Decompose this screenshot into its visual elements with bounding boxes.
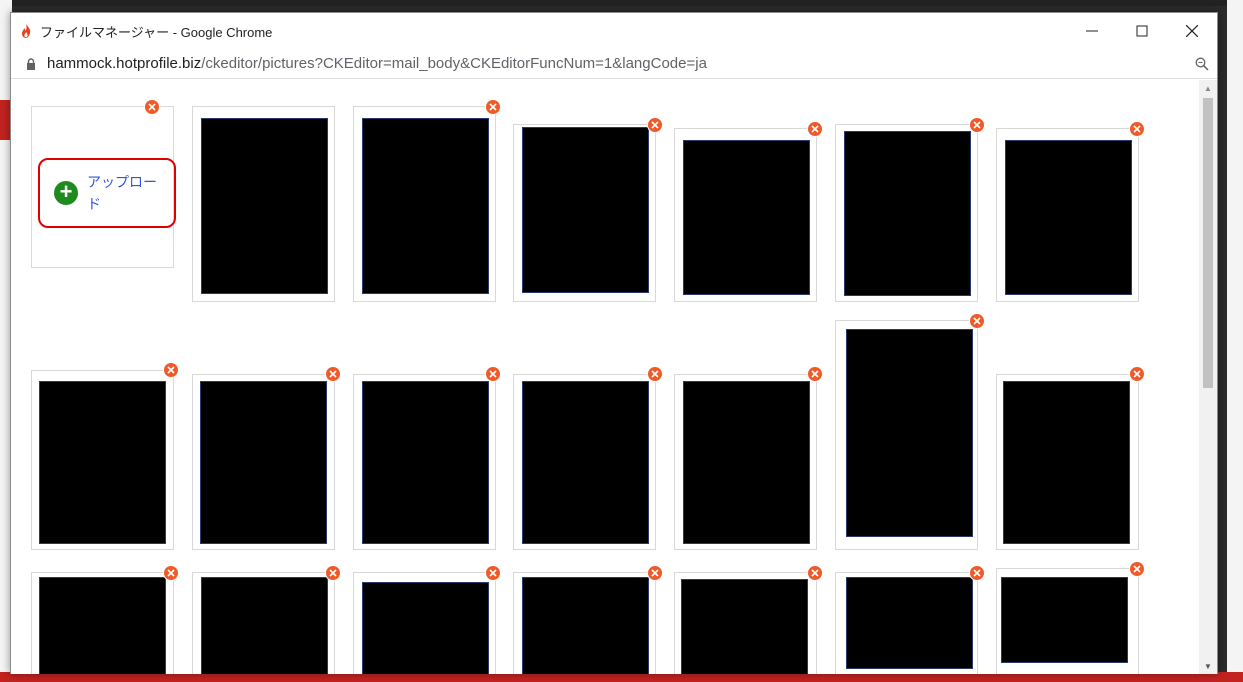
plus-circle-icon: + bbox=[54, 181, 78, 205]
image-thumbnail-card[interactable] bbox=[192, 572, 335, 674]
image-thumbnail[interactable] bbox=[362, 381, 489, 544]
url-text[interactable]: hammock.hotprofile.biz/ckeditor/pictures… bbox=[47, 55, 1187, 72]
image-thumbnail-card[interactable] bbox=[996, 128, 1139, 302]
delete-x-icon[interactable] bbox=[807, 565, 823, 581]
upload-label[interactable]: アップロード bbox=[87, 171, 161, 215]
image-thumbnail[interactable] bbox=[362, 118, 489, 294]
image-thumbnail[interactable] bbox=[39, 381, 166, 544]
image-thumbnail-card[interactable] bbox=[31, 572, 174, 674]
url-path: /ckeditor/pictures?CKEditor=mail_body&CK… bbox=[201, 55, 707, 72]
image-thumbnail-card[interactable] bbox=[192, 374, 335, 550]
image-thumbnail-card[interactable] bbox=[353, 374, 496, 550]
delete-x-icon[interactable] bbox=[485, 565, 501, 581]
image-thumbnail[interactable] bbox=[39, 577, 166, 674]
delete-x-icon[interactable] bbox=[163, 565, 179, 581]
minimize-button[interactable] bbox=[1067, 13, 1117, 49]
url-host: hammock.hotprofile.biz bbox=[47, 55, 202, 72]
screen: ファイルマネージャー - Google Chrome hammock.hotpr… bbox=[0, 0, 1243, 682]
delete-x-icon[interactable] bbox=[144, 99, 160, 115]
maximize-button[interactable] bbox=[1117, 13, 1167, 49]
image-thumbnail-card[interactable] bbox=[674, 572, 817, 674]
lock-icon bbox=[27, 57, 35, 70]
background-page-right bbox=[1227, 0, 1243, 682]
scroll-up-arrow-icon[interactable]: ▲ bbox=[1199, 80, 1217, 96]
image-thumbnail[interactable] bbox=[844, 131, 971, 296]
delete-x-icon[interactable] bbox=[485, 366, 501, 382]
image-thumbnail-card[interactable] bbox=[513, 374, 656, 550]
delete-x-icon[interactable] bbox=[1129, 121, 1145, 137]
delete-x-icon[interactable] bbox=[647, 117, 663, 133]
image-thumbnail[interactable] bbox=[522, 127, 649, 293]
image-thumbnail[interactable] bbox=[846, 577, 973, 669]
title-bar[interactable]: ファイルマネージャー - Google Chrome bbox=[11, 13, 1217, 49]
background-top bbox=[0, 0, 1243, 6]
image-thumbnail[interactable] bbox=[522, 381, 649, 544]
image-thumbnail[interactable] bbox=[200, 381, 327, 544]
delete-x-icon[interactable] bbox=[1129, 561, 1145, 577]
delete-x-icon[interactable] bbox=[807, 366, 823, 382]
delete-x-icon[interactable] bbox=[647, 366, 663, 382]
image-thumbnail-card[interactable] bbox=[192, 106, 335, 302]
image-thumbnail[interactable] bbox=[201, 577, 328, 674]
image-grid: + アップロード bbox=[11, 80, 1199, 674]
image-thumbnail-card[interactable] bbox=[674, 128, 817, 302]
zoom-button[interactable] bbox=[1187, 57, 1217, 71]
close-icon bbox=[1186, 25, 1198, 37]
address-bar[interactable]: hammock.hotprofile.biz/ckeditor/pictures… bbox=[11, 49, 1217, 79]
scrollbar-thumb[interactable] bbox=[1203, 98, 1213, 388]
delete-x-icon[interactable] bbox=[969, 313, 985, 329]
delete-x-icon[interactable] bbox=[1129, 366, 1145, 382]
image-thumbnail-card[interactable] bbox=[835, 124, 978, 302]
upload-card: + アップロード bbox=[31, 106, 176, 268]
image-thumbnail[interactable] bbox=[201, 118, 328, 294]
image-thumbnail[interactable] bbox=[1003, 381, 1130, 544]
delete-x-icon[interactable] bbox=[647, 565, 663, 581]
image-thumbnail[interactable] bbox=[522, 577, 649, 674]
vertical-scrollbar[interactable]: ▲ ▼ bbox=[1199, 80, 1217, 674]
window-title: ファイルマネージャー - Google Chrome bbox=[40, 24, 273, 40]
image-thumbnail[interactable] bbox=[683, 381, 810, 544]
delete-x-icon[interactable] bbox=[807, 121, 823, 137]
maximize-icon bbox=[1136, 25, 1148, 37]
image-thumbnail[interactable] bbox=[1001, 577, 1128, 663]
image-thumbnail-card[interactable] bbox=[353, 106, 496, 302]
delete-x-icon[interactable] bbox=[325, 366, 341, 382]
delete-x-icon[interactable] bbox=[969, 565, 985, 581]
image-thumbnail[interactable] bbox=[683, 140, 810, 295]
scroll-down-arrow-icon[interactable]: ▼ bbox=[1199, 658, 1217, 674]
minimize-icon bbox=[1086, 30, 1098, 32]
image-thumbnail[interactable] bbox=[1005, 140, 1132, 295]
image-thumbnail-card[interactable] bbox=[353, 572, 496, 674]
delete-x-icon[interactable] bbox=[163, 362, 179, 378]
close-button[interactable] bbox=[1167, 13, 1217, 49]
image-thumbnail-card[interactable] bbox=[513, 572, 656, 674]
browser-popup-window: ファイルマネージャー - Google Chrome hammock.hotpr… bbox=[10, 12, 1218, 674]
image-thumbnail-card[interactable] bbox=[513, 124, 656, 302]
image-thumbnail[interactable] bbox=[681, 579, 808, 674]
delete-x-icon[interactable] bbox=[325, 565, 341, 581]
image-thumbnail-card[interactable] bbox=[835, 320, 978, 550]
upload-button[interactable]: + アップロード bbox=[38, 158, 176, 228]
image-thumbnail-card[interactable] bbox=[996, 374, 1139, 550]
flame-icon bbox=[22, 24, 31, 38]
image-thumbnail[interactable] bbox=[846, 329, 973, 537]
image-thumbnail[interactable] bbox=[362, 582, 489, 674]
image-thumbnail-card[interactable] bbox=[835, 572, 978, 674]
image-thumbnail-card[interactable] bbox=[996, 568, 1139, 674]
delete-x-icon[interactable] bbox=[969, 117, 985, 133]
image-thumbnail-card[interactable] bbox=[31, 370, 174, 550]
image-thumbnail-card[interactable] bbox=[674, 374, 817, 550]
magnifier-icon bbox=[1195, 57, 1209, 71]
delete-x-icon[interactable] bbox=[485, 99, 501, 115]
